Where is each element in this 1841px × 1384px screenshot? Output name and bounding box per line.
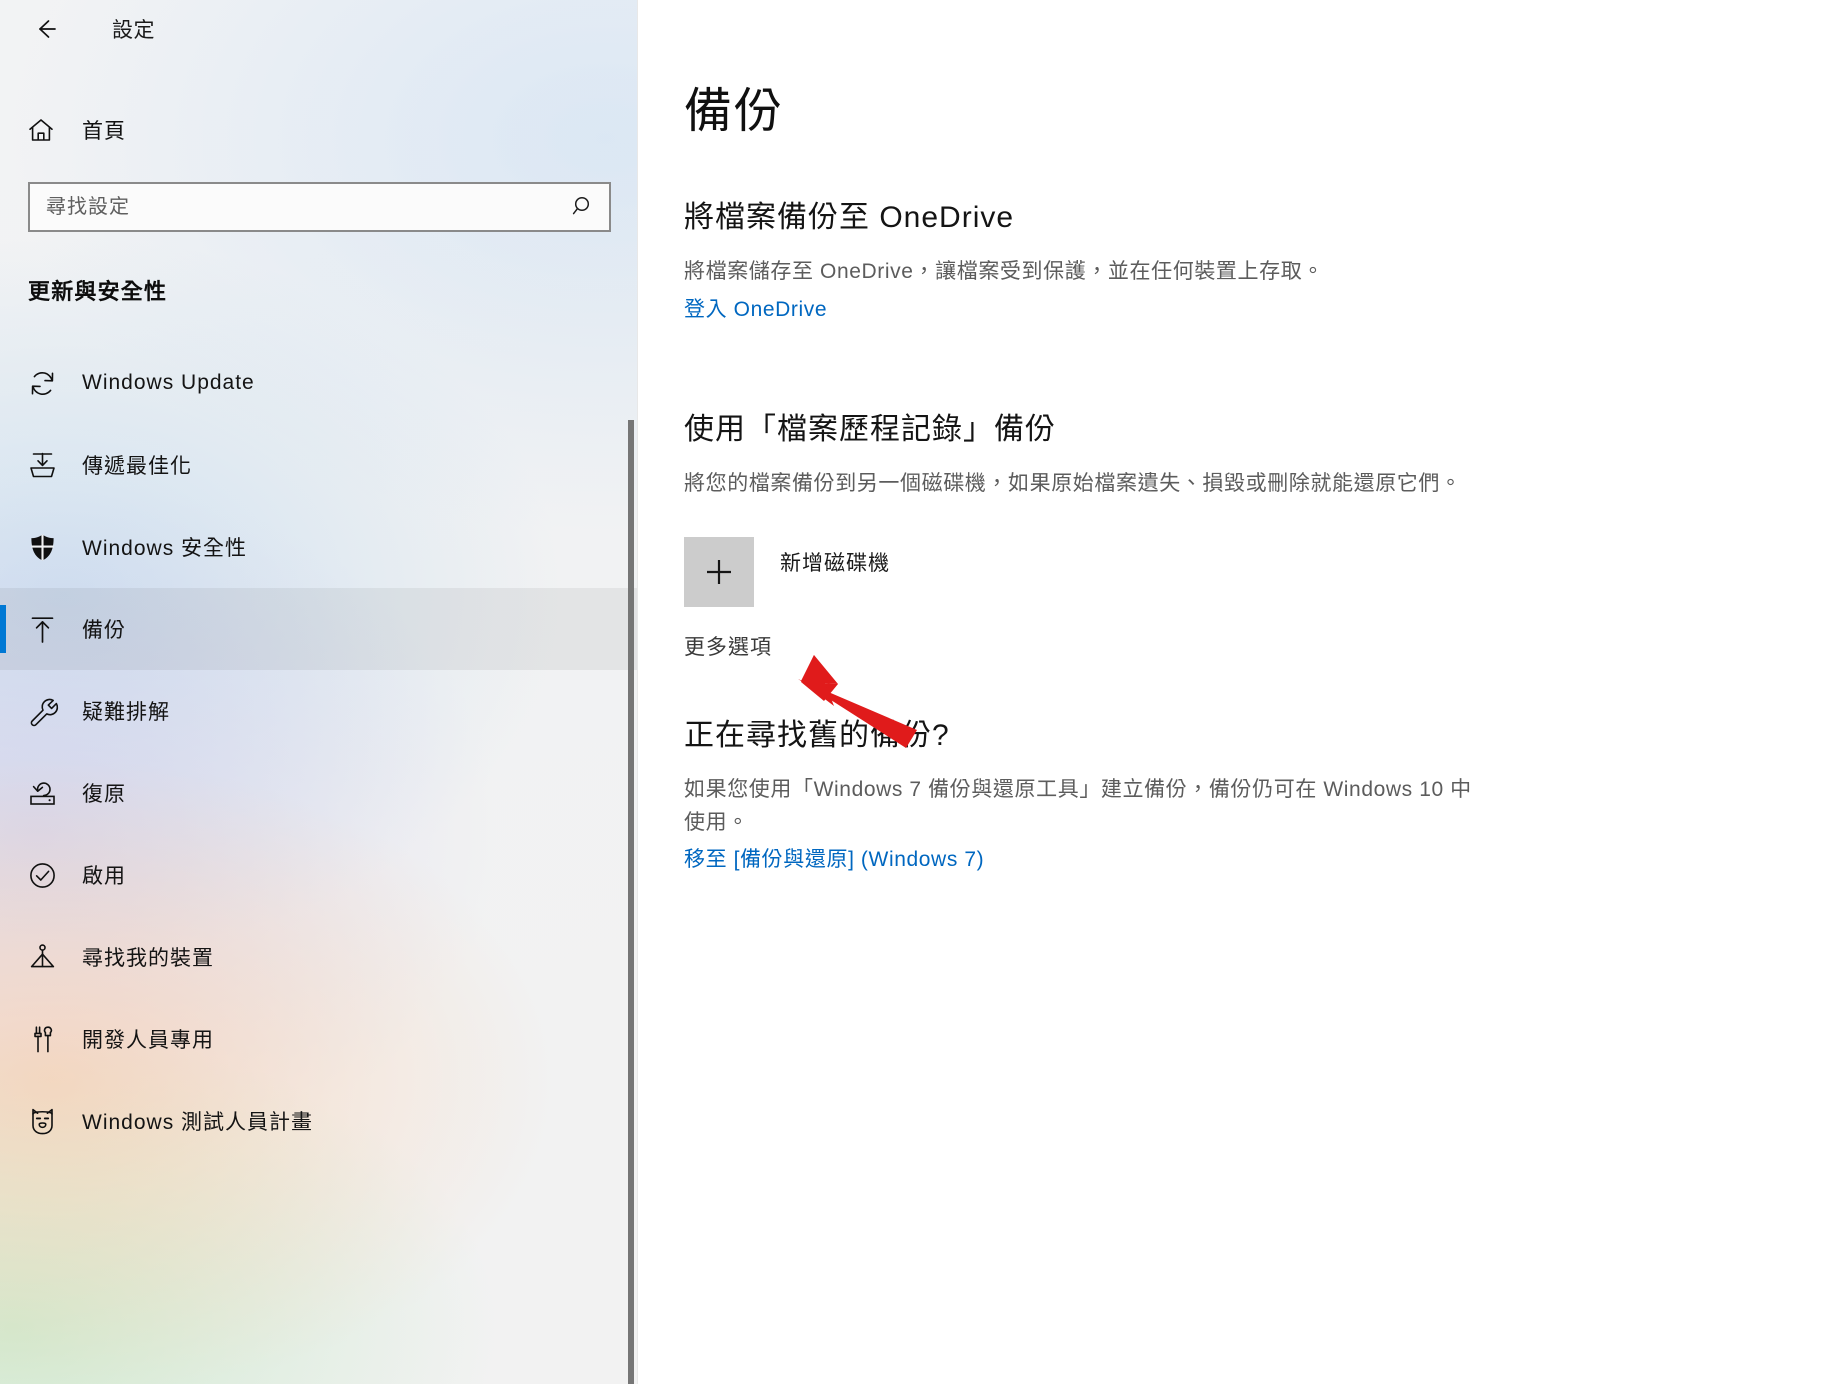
find-my-device-icon	[26, 941, 70, 974]
title-bar: 設定	[0, 0, 637, 58]
sidebar-item-find-my-device[interactable]: 尋找我的裝置	[0, 916, 637, 998]
home-icon	[26, 115, 70, 145]
sidebar-item-delivery-optimization[interactable]: 傳遞最佳化	[0, 424, 637, 506]
file-history-section-description: 將您的檔案備份到另一個磁碟機，如果原始檔案遺失、損毀或刪除就能還原它們。	[684, 468, 1474, 501]
add-drive-button[interactable]: 新增磁碟機	[684, 537, 1014, 607]
settings-window: 設定 首頁 更新與安全性	[0, 0, 1841, 1384]
insider-cat-icon	[26, 1105, 70, 1138]
old-backup-section-title: 正在尋找舊的備份?	[684, 717, 1841, 755]
sidebar-item-label: Windows Update	[82, 371, 255, 395]
sidebar-item-label: 傳遞最佳化	[82, 450, 192, 480]
sidebar-item-windows-update[interactable]: Windows Update	[0, 342, 637, 424]
sidebar-item-label: 尋找我的裝置	[82, 942, 214, 972]
search-input[interactable]	[30, 184, 559, 230]
section-onedrive-backup: 將檔案備份至 OneDrive 將檔案儲存至 OneDrive，讓檔案受到保護，…	[684, 199, 1841, 323]
sidebar-item-label: 疑難排解	[82, 696, 170, 726]
section-old-backup: 正在尋找舊的備份? 如果您使用「Windows 7 備份與還原工具」建立備份，備…	[684, 717, 1841, 874]
old-backup-section-description: 如果您使用「Windows 7 備份與還原工具」建立備份，備份仍可在 Windo…	[684, 774, 1474, 839]
sidebar-item-activation[interactable]: 啟用	[0, 834, 637, 916]
search-box[interactable]	[28, 182, 611, 232]
add-drive-label: 新增磁碟機	[780, 547, 890, 577]
delivery-optimization-icon	[26, 449, 70, 482]
onedrive-section-description: 將檔案儲存至 OneDrive，讓檔案受到保護，並在任何裝置上存取。	[684, 256, 1474, 289]
sidebar-item-label: 開發人員專用	[82, 1024, 214, 1054]
sync-refresh-icon	[26, 367, 70, 400]
onedrive-signin-link[interactable]: 登入 OneDrive	[684, 293, 827, 323]
sidebar-item-backup[interactable]: 備份	[0, 588, 637, 670]
sidebar-category-heading: 更新與安全性	[28, 274, 637, 306]
sidebar-item-label: Windows 安全性	[82, 532, 247, 562]
search-icon[interactable]	[559, 184, 609, 230]
main-content: 備份 將檔案備份至 OneDrive 將檔案儲存至 OneDrive，讓檔案受到…	[638, 0, 1841, 1384]
plus-icon	[684, 537, 754, 607]
sidebar: 設定 首頁 更新與安全性	[0, 0, 638, 1384]
sidebar-item-for-developers[interactable]: 開發人員專用	[0, 998, 637, 1080]
file-history-section-title: 使用「檔案歷程記錄」備份	[684, 411, 1841, 449]
developer-tools-icon	[26, 1023, 70, 1056]
recovery-icon	[26, 777, 70, 810]
sidebar-item-label: 啟用	[82, 860, 126, 890]
sidebar-item-label: 復原	[82, 778, 126, 808]
sidebar-item-windows-insider[interactable]: Windows 測試人員計畫	[0, 1080, 637, 1162]
sidebar-item-label: Windows 測試人員計畫	[82, 1106, 313, 1136]
sidebar-item-troubleshoot[interactable]: 疑難排解	[0, 670, 637, 752]
sidebar-nav-list: Windows Update 傳遞最佳化	[0, 342, 637, 1162]
sidebar-item-windows-security[interactable]: Windows 安全性	[0, 506, 637, 588]
section-file-history: 使用「檔案歷程記錄」備份 將您的檔案備份到另一個磁碟機，如果原始檔案遺失、損毀或…	[684, 411, 1841, 661]
onedrive-section-title: 將檔案備份至 OneDrive	[684, 199, 1841, 237]
sidebar-scrollbar[interactable]	[625, 0, 637, 1384]
sidebar-item-home[interactable]: 首頁	[0, 104, 637, 156]
more-options-link[interactable]: 更多選項	[684, 631, 772, 661]
back-arrow-icon[interactable]	[22, 9, 68, 49]
wrench-icon	[26, 695, 70, 728]
sidebar-item-recovery[interactable]: 復原	[0, 752, 637, 834]
app-title: 設定	[112, 14, 155, 44]
backup-upload-arrow-icon	[26, 613, 70, 646]
sidebar-scrollbar-thumb[interactable]	[628, 420, 634, 1384]
check-circle-icon	[26, 859, 70, 892]
sidebar-item-label: 備份	[82, 614, 126, 644]
shield-icon	[26, 531, 70, 564]
page-title: 備份	[684, 86, 1841, 139]
sidebar-item-home-label: 首頁	[82, 115, 126, 145]
windows7-backup-restore-link[interactable]: 移至 [備份與還原] (Windows 7)	[684, 843, 984, 873]
